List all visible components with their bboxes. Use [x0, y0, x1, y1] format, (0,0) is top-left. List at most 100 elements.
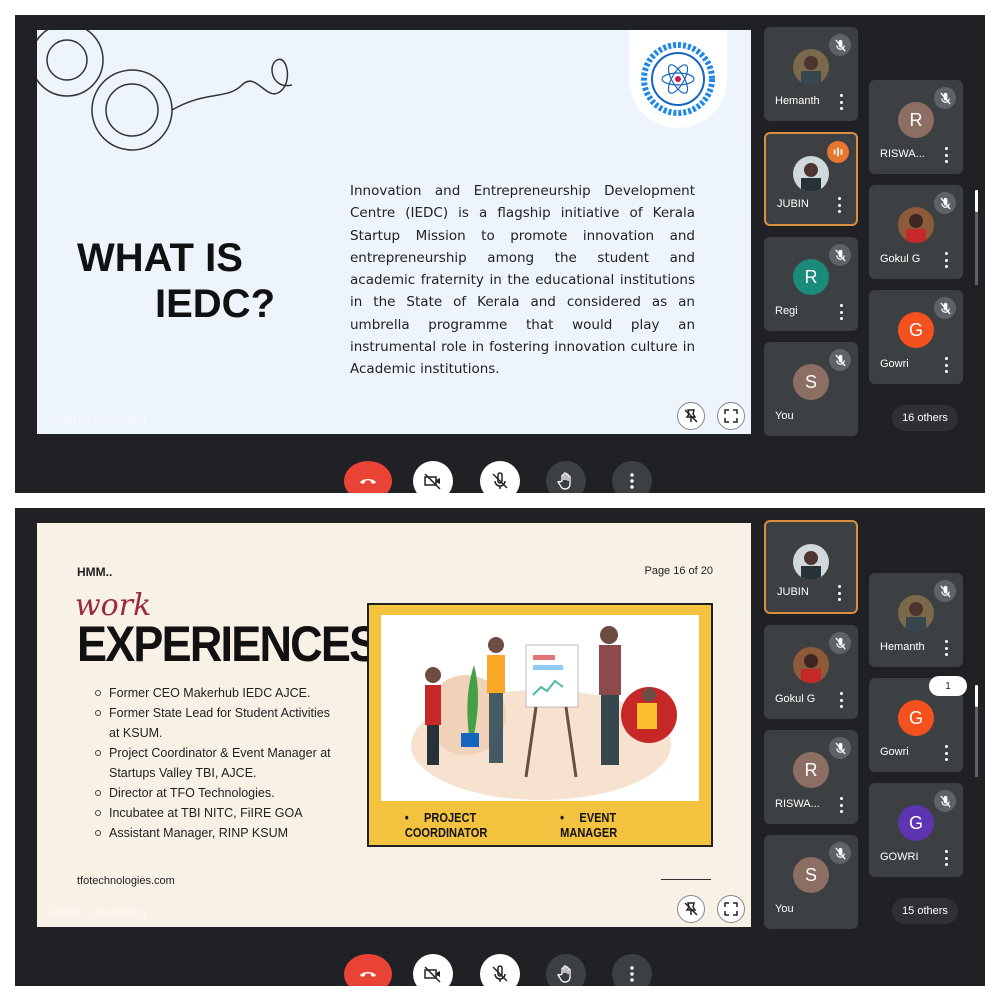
mute-indicator	[829, 842, 851, 864]
unpin-button[interactable]	[677, 895, 705, 923]
more-options-icon[interactable]	[838, 197, 842, 213]
end-call-button[interactable]	[344, 954, 392, 986]
list-item: Incubatee at TBI NITC, FiIRE GOA	[95, 803, 335, 823]
notification-badge: 1	[929, 676, 967, 696]
avatar: S	[793, 857, 829, 893]
participant-tile[interactable]: Hemanth	[869, 573, 963, 667]
participant-tile[interactable]: R RISWA...	[869, 80, 963, 174]
avatar	[793, 647, 829, 683]
participant-name: Hemanth	[775, 95, 820, 107]
audio-bars-icon	[833, 147, 843, 157]
mute-indicator	[829, 737, 851, 759]
mic-toggle-button[interactable]	[480, 461, 520, 493]
fullscreen-button[interactable]	[717, 402, 745, 430]
more-options-icon[interactable]	[840, 94, 844, 110]
avatar: R	[898, 102, 934, 138]
mic-off-icon	[834, 39, 846, 51]
participant-tile-active-speaker[interactable]: JUBIN	[764, 520, 858, 614]
mic-off-icon	[834, 742, 846, 754]
participant-name: JUBIN	[777, 198, 809, 210]
participant-tile[interactable]: Gokul G	[869, 185, 963, 279]
role-label: EVENT MANAGER	[560, 810, 675, 840]
avatar: G	[898, 805, 934, 841]
participant-name: Gowri	[880, 358, 909, 370]
avatar	[793, 49, 829, 85]
phone-hangup-icon	[360, 972, 376, 977]
more-options-icon[interactable]	[945, 252, 949, 268]
mute-indicator	[829, 349, 851, 371]
presentation-slide: HMM.. Page 16 of 20 work EXPERIENCES For…	[37, 523, 751, 927]
list-item: Former CEO Makerhub IEDC AJCE.	[95, 683, 335, 703]
participant-name: You	[775, 410, 794, 422]
camera-toggle-button[interactable]	[413, 954, 453, 986]
participant-tile[interactable]: G 1 Gowri	[869, 676, 967, 772]
scrollbar-thumb[interactable]	[975, 685, 978, 707]
avatar: G	[898, 312, 934, 348]
avatar	[793, 156, 829, 192]
participant-tile[interactable]: G GOWRI	[869, 783, 963, 877]
list-item: Former State Lead for Student Activities…	[95, 703, 335, 743]
participant-name: Regi	[775, 305, 798, 317]
scrollbar-thumb[interactable]	[975, 190, 978, 212]
more-options-button[interactable]	[612, 954, 652, 986]
participant-tile-active-speaker[interactable]: JUBIN	[764, 132, 858, 226]
mute-indicator	[934, 297, 956, 319]
gear-doodle-icon	[37, 30, 293, 151]
list-item: Project Coordinator & Event Manager at S…	[95, 743, 335, 783]
mic-off-icon	[939, 197, 951, 209]
more-options-icon[interactable]	[945, 640, 949, 656]
slide-title: WHAT IS IEDC?	[77, 235, 287, 327]
fullscreen-button[interactable]	[717, 895, 745, 923]
mute-indicator	[934, 790, 956, 812]
more-options-icon[interactable]	[945, 850, 949, 866]
unpin-button[interactable]	[677, 402, 705, 430]
roles-row: PROJECT COORDINATOR EVENT MANAGER	[405, 810, 675, 840]
mic-off-icon	[492, 965, 508, 982]
others-count-button[interactable]: 16 others	[892, 405, 958, 431]
participant-name: GOWRI	[880, 851, 919, 863]
participant-tile-self[interactable]: S You	[764, 342, 858, 436]
list-item: Assistant Manager, RINP KSUM	[95, 823, 335, 843]
raise-hand-button[interactable]	[546, 954, 586, 986]
avatar: G	[898, 700, 934, 736]
more-options-icon[interactable]	[945, 147, 949, 163]
participant-tile[interactable]: R RISWA...	[764, 730, 858, 824]
camera-off-icon	[424, 966, 441, 983]
more-options-icon[interactable]	[838, 585, 842, 601]
avatar	[898, 207, 934, 243]
end-call-button[interactable]	[344, 461, 392, 493]
presenting-label: JUBIN is presenting	[49, 414, 147, 426]
page-indicator: Page 16 of 20	[644, 565, 713, 577]
mic-off-icon	[492, 472, 508, 489]
camera-toggle-button[interactable]	[413, 461, 453, 493]
participant-tile[interactable]: Gokul G	[764, 625, 858, 719]
more-options-icon[interactable]	[840, 797, 844, 813]
more-options-icon[interactable]	[945, 745, 949, 761]
slide-body-text: Innovation and Entrepreneurship Developm…	[350, 183, 695, 378]
participant-name: JUBIN	[777, 586, 809, 598]
participant-tile-self[interactable]: S You	[764, 835, 858, 929]
mic-toggle-button[interactable]	[480, 954, 520, 986]
more-options-button[interactable]	[612, 461, 652, 493]
more-options-icon[interactable]	[945, 357, 949, 373]
participant-tile[interactable]: Hemanth	[764, 27, 858, 121]
roles-card: PROJECT COORDINATOR EVENT MANAGER	[367, 603, 713, 847]
speaking-indicator	[827, 141, 849, 163]
raise-hand-button[interactable]	[546, 461, 586, 493]
participant-name: You	[775, 903, 794, 915]
more-options-icon[interactable]	[840, 692, 844, 708]
mic-off-icon	[834, 249, 846, 261]
others-count-button[interactable]: 15 others	[892, 898, 958, 924]
meet-window-bottom: HMM.. Page 16 of 20 work EXPERIENCES For…	[15, 508, 985, 986]
mic-off-icon	[834, 354, 846, 366]
college-logo	[629, 30, 727, 128]
participant-tile[interactable]: R Regi	[764, 237, 858, 331]
more-options-icon[interactable]	[840, 304, 844, 320]
mic-off-icon	[939, 795, 951, 807]
participant-tile[interactable]: G Gowri	[869, 290, 963, 384]
meet-window-top: WHAT IS IEDC? Innovation and Entrepreneu…	[15, 15, 985, 493]
fullscreen-icon	[724, 409, 738, 423]
mute-indicator	[934, 192, 956, 214]
phone-hangup-icon	[360, 479, 376, 484]
website-text: tfotechnologies.com	[77, 875, 175, 887]
